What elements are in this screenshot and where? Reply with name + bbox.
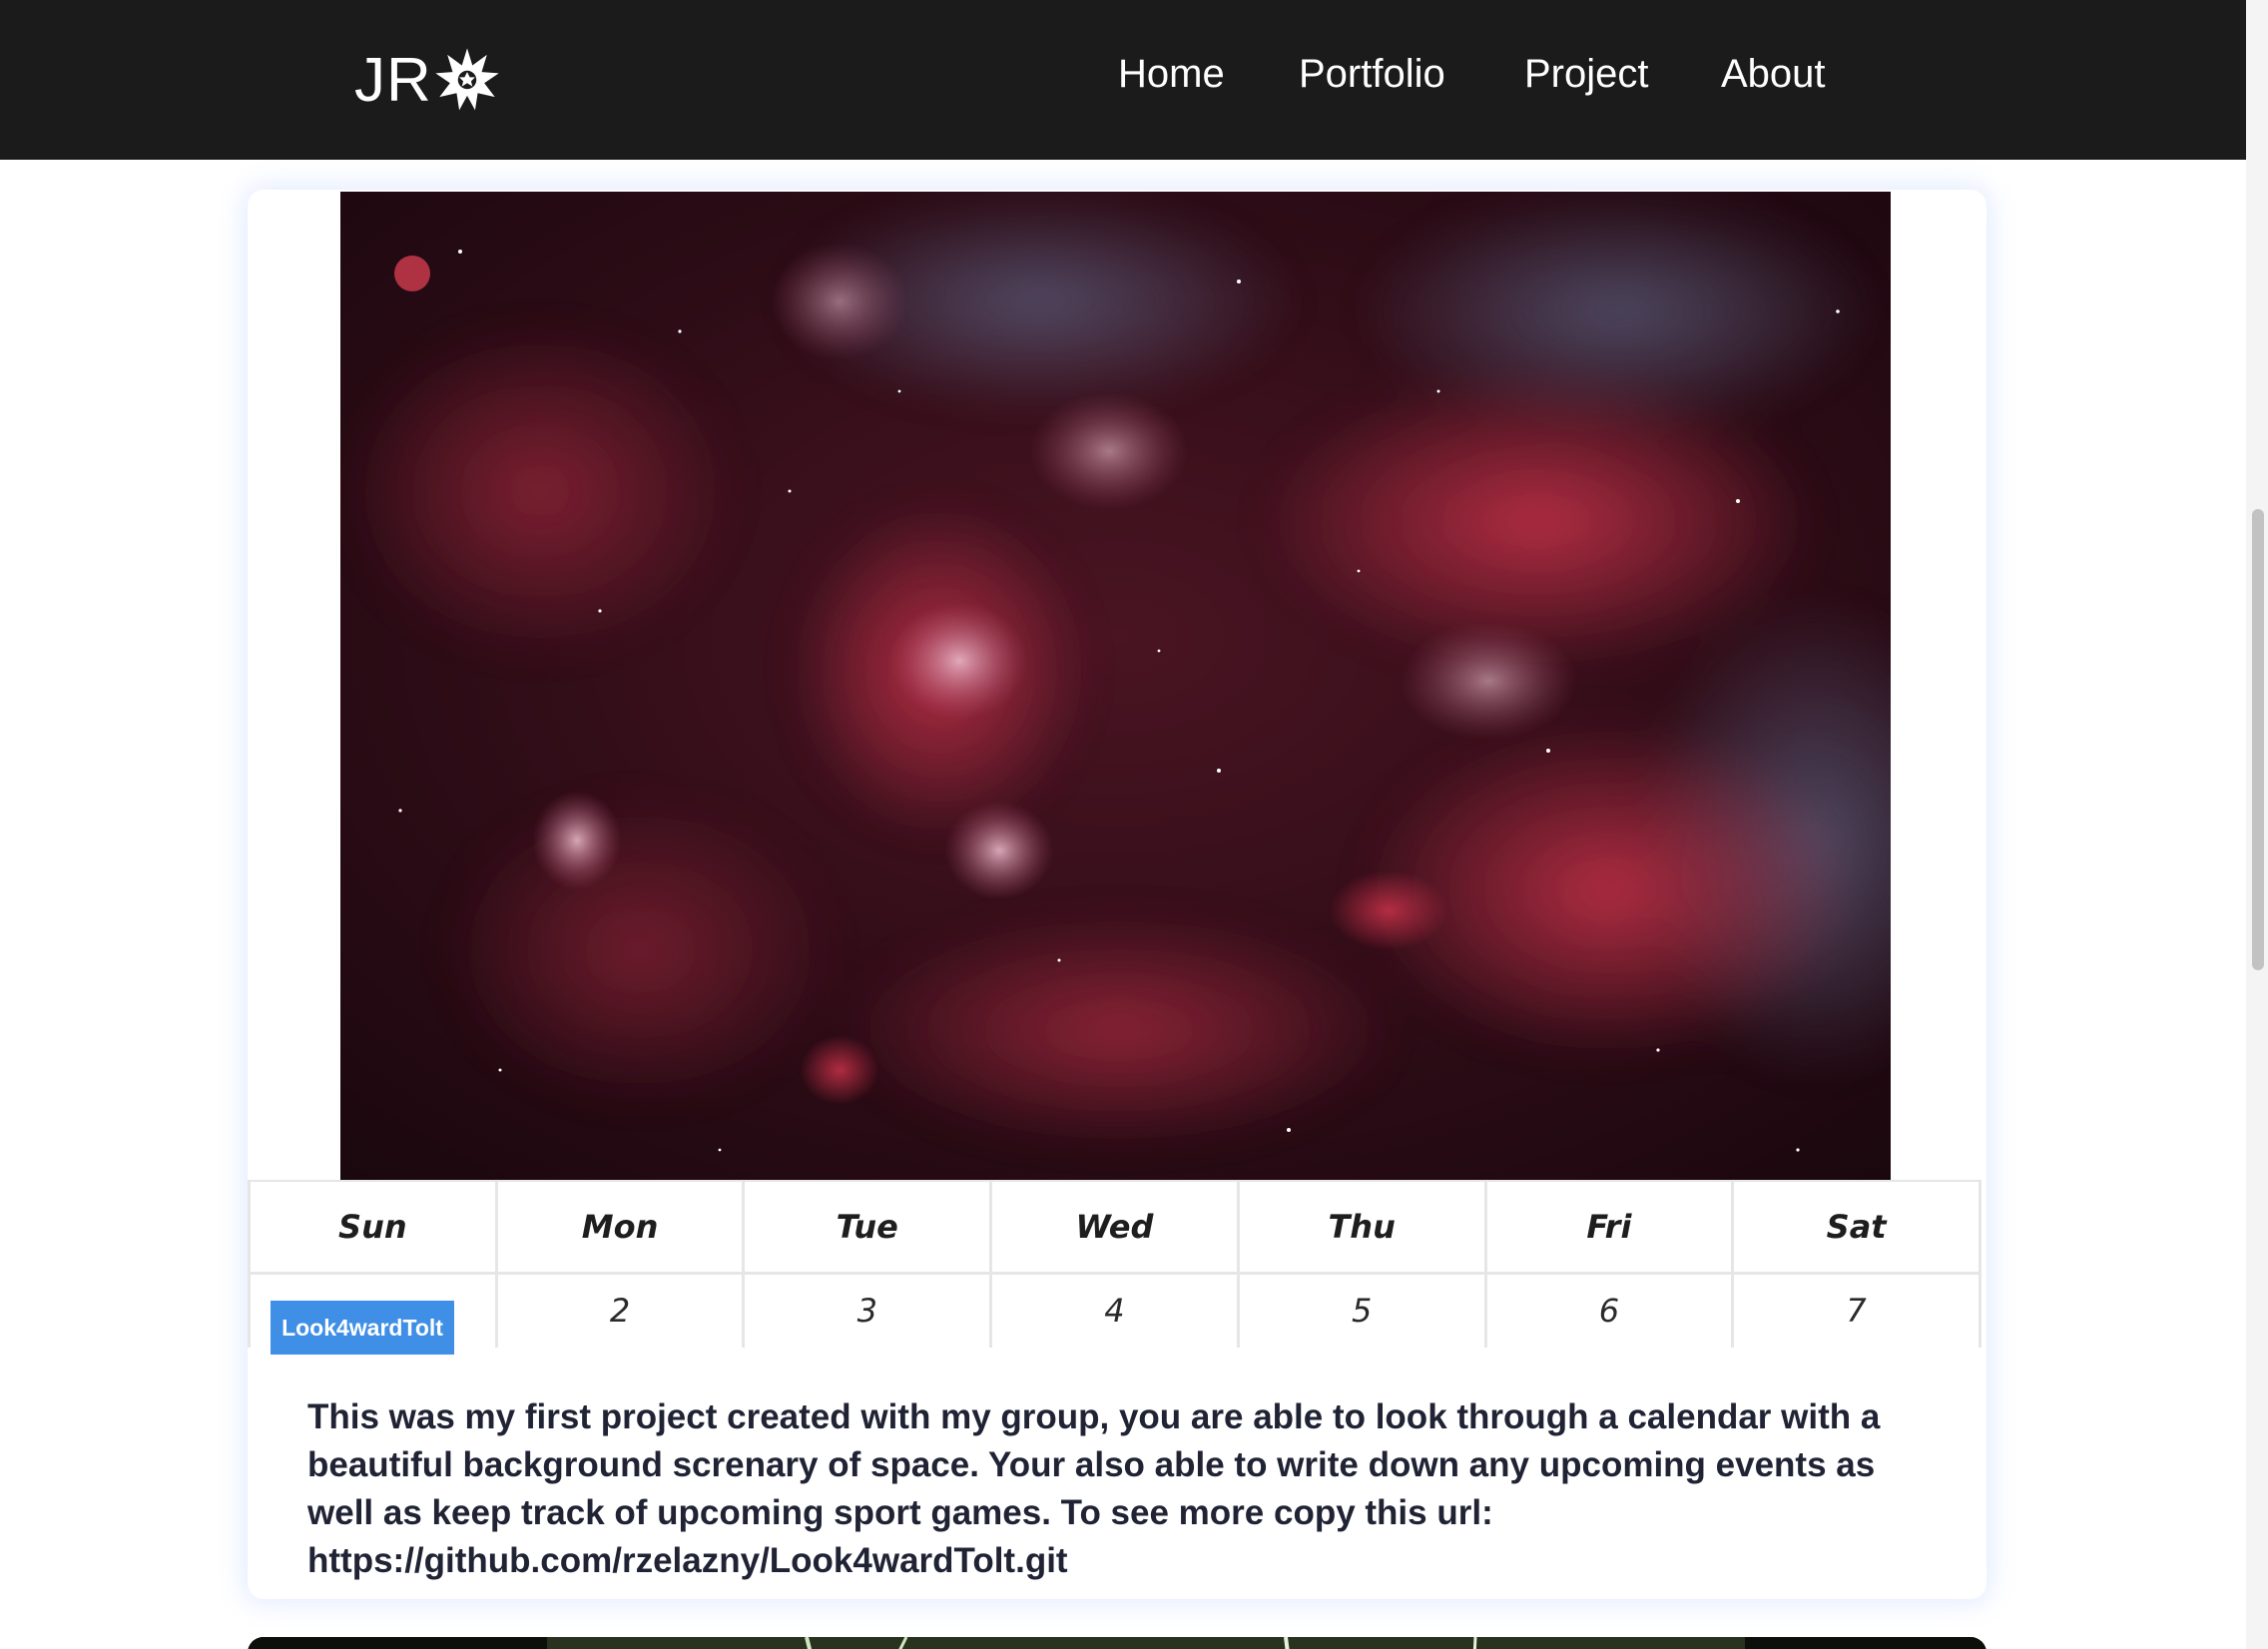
calendar-day-cell[interactable]: 6	[1483, 1271, 1735, 1348]
project-card: Sun Mon Tue Wed Thu Fri Sat Look4wardTol…	[248, 190, 1986, 1599]
logo-text: JR	[354, 45, 432, 115]
calendar-day-cell[interactable]: 4	[989, 1271, 1240, 1348]
next-project-card	[248, 1637, 1986, 1649]
event-tag[interactable]: Look4wardTolt	[271, 1300, 454, 1355]
project-description: This was my first project created with m…	[307, 1397, 1881, 1580]
nav-home-link[interactable]: Home	[1118, 52, 1225, 97]
top-navbar: JR Home Portfolio Project About	[0, 0, 2246, 160]
day-header: Fri	[1483, 1180, 1735, 1275]
calendar-day-cell[interactable]: 3	[742, 1271, 993, 1348]
day-header: Sun	[248, 1180, 498, 1275]
calendar-table: Sun Mon Tue Wed Thu Fri Sat Look4wardTol…	[248, 1180, 1982, 1355]
day-header: Sat	[1731, 1180, 1982, 1275]
nav-portfolio-link[interactable]: Portfolio	[1299, 52, 1445, 97]
site-logo[interactable]: JR	[354, 40, 500, 120]
calendar-day-cell[interactable]: 7	[1731, 1271, 1982, 1348]
calendar-day-cell[interactable]: 2	[494, 1271, 746, 1348]
space-nebula-image	[340, 192, 1891, 1180]
calendar-day-cell[interactable]: 5	[1236, 1271, 1487, 1348]
page: JR Home Portfolio Project About Sun Mon …	[0, 0, 2268, 1649]
calendar-day-cell[interactable]: Look4wardTolt	[248, 1271, 498, 1355]
day-header: Wed	[989, 1180, 1240, 1275]
calendar-week-row: Look4wardTolt 2 3 4 5 6 7	[248, 1271, 1982, 1355]
day-header: Tue	[742, 1180, 993, 1275]
logo-star-icon	[435, 48, 499, 111]
nav-about-link[interactable]: About	[1721, 52, 1826, 97]
nebula-artwork	[340, 192, 1891, 1180]
day-header: Thu	[1236, 1180, 1487, 1275]
next-project-image	[248, 1637, 1986, 1649]
scrollbar-thumb[interactable]	[2252, 509, 2264, 970]
nav-project-link[interactable]: Project	[1524, 52, 1649, 97]
calendar-header-row: Sun Mon Tue Wed Thu Fri Sat	[248, 1180, 1982, 1275]
day-header: Mon	[494, 1180, 746, 1275]
